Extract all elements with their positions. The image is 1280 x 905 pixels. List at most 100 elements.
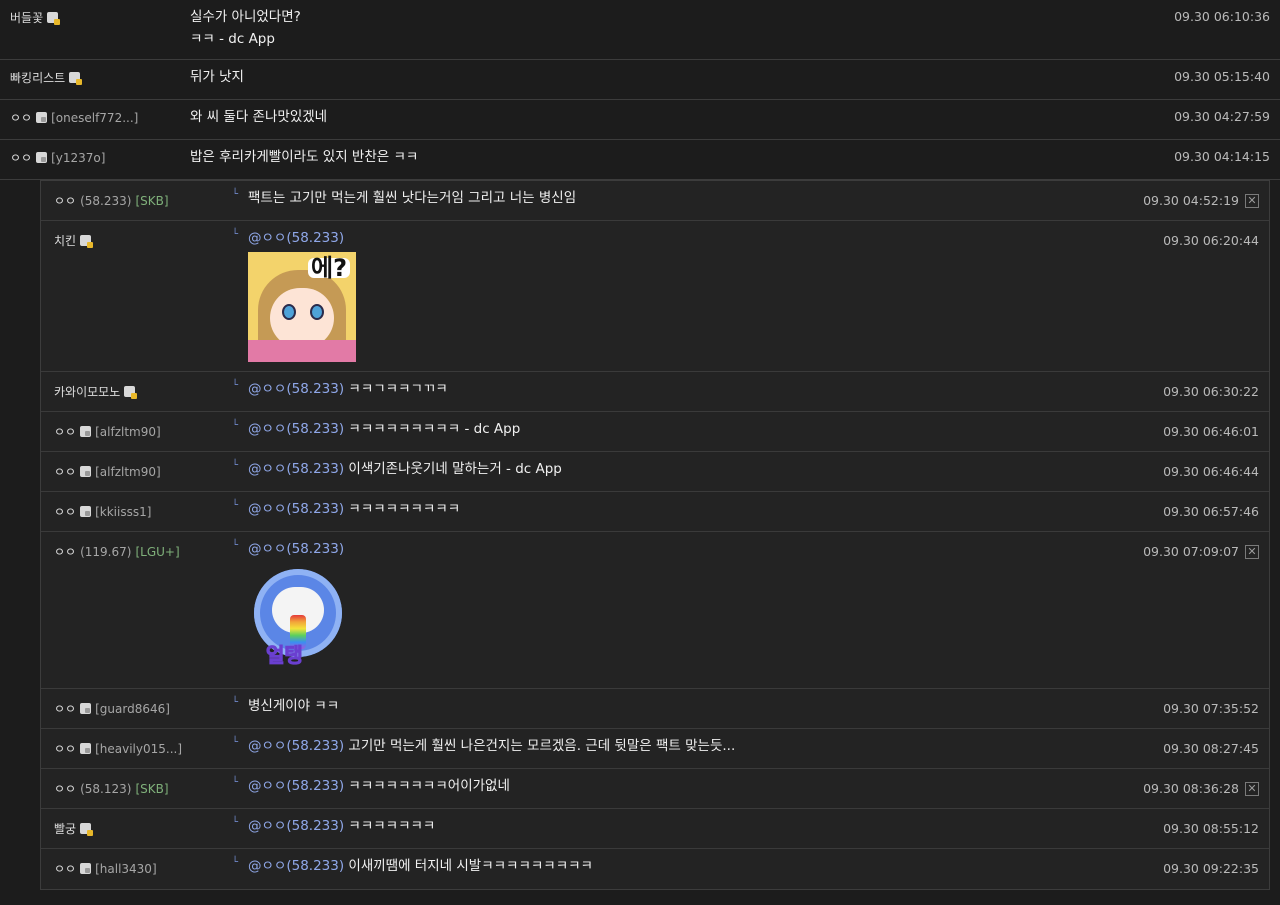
comment-author[interactable]: ㅇㅇ [kkiisss1] (41, 503, 216, 520)
nickname[interactable]: ㅇㅇ (54, 192, 76, 209)
sticker-image: 얼탱 (248, 569, 348, 679)
user-id[interactable]: [y1237o] (51, 151, 105, 165)
mention-link[interactable]: @ㅇㅇ(58.233) (248, 501, 344, 517)
user-id[interactable]: [oneself772...] (51, 111, 138, 125)
mention-link[interactable]: @ㅇㅇ(58.233) (248, 541, 344, 557)
timestamp: 09.30 04:14:15 (1174, 149, 1270, 164)
nickname[interactable]: ㅇㅇ (54, 780, 76, 797)
nickname[interactable]: ㅇㅇ (54, 860, 76, 877)
gallog-icon[interactable] (47, 12, 61, 25)
reply-date: 09.30 06:46:44 (1163, 464, 1259, 479)
reply-arrow-icon: └ (232, 229, 239, 240)
comment-author[interactable]: ㅇㅇ (58.123) [SKB] (41, 780, 216, 797)
comment-author[interactable]: 빨궁 (41, 820, 216, 837)
user-id[interactable]: [heavily015...] (95, 742, 182, 756)
comment-line: 밥은 후리카게빨이라도 있지 반찬은 ㅋㅋ (190, 149, 419, 165)
reply-body: ㅋㅋㅋㅋㅋㅋㅋㅋ어이가없네 (344, 778, 510, 794)
delete-button[interactable]: ✕ (1245, 781, 1259, 796)
reply-text: @ㅇㅇ(58.233) 에? (248, 228, 1269, 362)
reply-body: ㅋㅋㅋㅋㅋㅋㅋㅋㅋ - dc App (344, 421, 521, 437)
mention-link[interactable]: @ㅇㅇ(58.233) (248, 818, 344, 834)
gallog-icon[interactable] (80, 863, 92, 874)
gallog-icon[interactable] (80, 466, 92, 477)
nickname[interactable]: ㅇㅇ (10, 149, 32, 166)
gallog-icon[interactable] (36, 112, 48, 123)
nickname[interactable]: ㅇㅇ (54, 740, 76, 757)
comment-line: ㅋㅋ - dc App (190, 31, 275, 47)
gallog-icon[interactable] (80, 743, 92, 754)
nickname[interactable]: ㅇㅇ (54, 503, 76, 520)
delete-button[interactable]: ✕ (1245, 193, 1259, 208)
gallog-icon[interactable] (36, 152, 48, 163)
mention-link[interactable]: @ㅇㅇ(58.233) (248, 381, 344, 397)
nickname[interactable]: ㅇㅇ (54, 423, 76, 440)
comment-text: 실수가 아니었다면? ㅋㅋ - dc App (190, 6, 1280, 50)
comment-author[interactable]: 버들꽃 (0, 9, 190, 26)
gallog-icon[interactable] (80, 703, 92, 714)
comment-author[interactable]: 빠킹리스트 (0, 69, 190, 86)
mention-link[interactable]: @ㅇㅇ(58.233) (248, 230, 344, 246)
sticker-face (270, 288, 334, 348)
gallog-icon[interactable] (69, 72, 83, 85)
nickname[interactable]: 카와이모모노 (54, 383, 120, 400)
comment-author[interactable]: ㅇㅇ [heavily015...] (41, 740, 216, 757)
comment-author[interactable]: ㅇㅇ [hall3430] (41, 860, 216, 877)
comment-author[interactable]: ㅇㅇ [guard8646] (41, 700, 216, 717)
sticker-eye (282, 304, 296, 320)
reply-row: ㅇㅇ [guard8646] └ 병신게이야 ㅋㅋ 09.30 07:35:52 (41, 689, 1269, 729)
comment-author[interactable]: ㅇㅇ (58.233) [SKB] (41, 192, 216, 209)
comment-row: ㅇㅇ [oneself772...] 와 씨 둘다 존나맛있겠네 09.30 04:2… (0, 100, 1280, 140)
gallog-icon[interactable] (80, 235, 94, 248)
reply-row: ㅇㅇ (58.233) [SKB] └ 팩트는 고기만 먹는게 훨씬 낫다는거임 그리고… (41, 181, 1269, 221)
gallog-icon[interactable] (80, 506, 92, 517)
nickname[interactable]: ㅇㅇ (54, 543, 76, 560)
nickname[interactable]: ㅇㅇ (54, 700, 76, 717)
reply-line: @ㅇㅇ(58.233) ㅋㅋㄱㅋㅋㄱㄲㅋ (248, 379, 1089, 399)
reply-body: 이새끼땜에 터지네 시발ㅋㅋㅋㅋㅋㅋㅋㅋㅋ (344, 858, 593, 874)
reply-date: 09.30 09:22:35 (1163, 861, 1259, 876)
comment-list: 버들꽃 실수가 아니었다면? ㅋㅋ - dc App 09.30 06:10:36 빠킹… (0, 0, 1280, 890)
mention-link[interactable]: @ㅇㅇ(58.233) (248, 738, 344, 754)
user-id[interactable]: [kkiisss1] (95, 505, 151, 519)
mention-link[interactable]: @ㅇㅇ(58.233) (248, 858, 344, 874)
user-id[interactable]: [guard8646] (95, 702, 170, 716)
reply-row: ㅇㅇ [heavily015...] └ @ㅇㅇ(58.233) 고기만 먹는게 훨씬… (41, 729, 1269, 769)
user-id[interactable]: [hall3430] (95, 862, 157, 876)
timestamp: 09.30 04:27:59 (1174, 109, 1270, 124)
user-id[interactable]: [alfzltm90] (95, 465, 161, 479)
timestamp: 09.30 07:35:52 (1163, 701, 1259, 716)
mention-link[interactable]: @ㅇㅇ(58.233) (248, 778, 344, 794)
reply-date: 09.30 08:55:12 (1163, 821, 1259, 836)
comment-author[interactable]: ㅇㅇ [alfzltm90] (41, 463, 216, 480)
sticker-caption: 얼탱 (266, 643, 304, 667)
gallog-icon[interactable] (80, 823, 94, 836)
reply-list: ㅇㅇ (58.233) [SKB] └ 팩트는 고기만 먹는게 훨씬 낫다는거임 그리고… (40, 180, 1270, 890)
reply-date: 09.30 07:35:52 (1163, 701, 1259, 716)
comment-author[interactable]: ㅇㅇ (119.67) [LGU+] (41, 543, 216, 560)
nickname[interactable]: ㅇㅇ (10, 109, 32, 126)
gallog-icon[interactable] (80, 426, 92, 437)
reply-text: 병신게이야 ㅋㅋ (248, 696, 1269, 716)
nickname[interactable]: 치킨 (54, 232, 76, 249)
comment-author[interactable]: ㅇㅇ [alfzltm90] (41, 423, 216, 440)
comment-author[interactable]: ㅇㅇ [y1237o] (0, 149, 190, 166)
mention-link[interactable]: @ㅇㅇ(58.233) (248, 461, 344, 477)
comment-date: 09.30 06:10:36 (1174, 9, 1270, 24)
reply-date: 09.30 06:30:22 (1163, 384, 1259, 399)
timestamp: 09.30 08:27:45 (1163, 741, 1259, 756)
nickname[interactable]: 빠킹리스트 (10, 69, 65, 86)
user-id[interactable]: [alfzltm90] (95, 425, 161, 439)
isp-label: [SKB] (135, 781, 169, 796)
reply-arrow-icon: └ (232, 737, 239, 748)
nickname[interactable]: 버들꽃 (10, 9, 43, 26)
gallog-icon[interactable] (124, 386, 138, 399)
delete-button[interactable]: ✕ (1245, 544, 1259, 559)
reply-text: @ㅇㅇ(58.233) 이색기존나웃기네 말하는거 - dc App (248, 459, 1269, 479)
nickname[interactable]: ㅇㅇ (54, 463, 76, 480)
nickname[interactable]: 빨궁 (54, 820, 76, 837)
comment-author[interactable]: 카와이모모노 (41, 383, 216, 400)
comment-author[interactable]: 치킨 (41, 232, 216, 249)
mention-link[interactable]: @ㅇㅇ(58.233) (248, 421, 344, 437)
reply-text: @ㅇㅇ(58.233) ㅋㅋㅋㅋㅋㅋㅋ (248, 816, 1269, 836)
comment-author[interactable]: ㅇㅇ [oneself772...] (0, 109, 190, 126)
